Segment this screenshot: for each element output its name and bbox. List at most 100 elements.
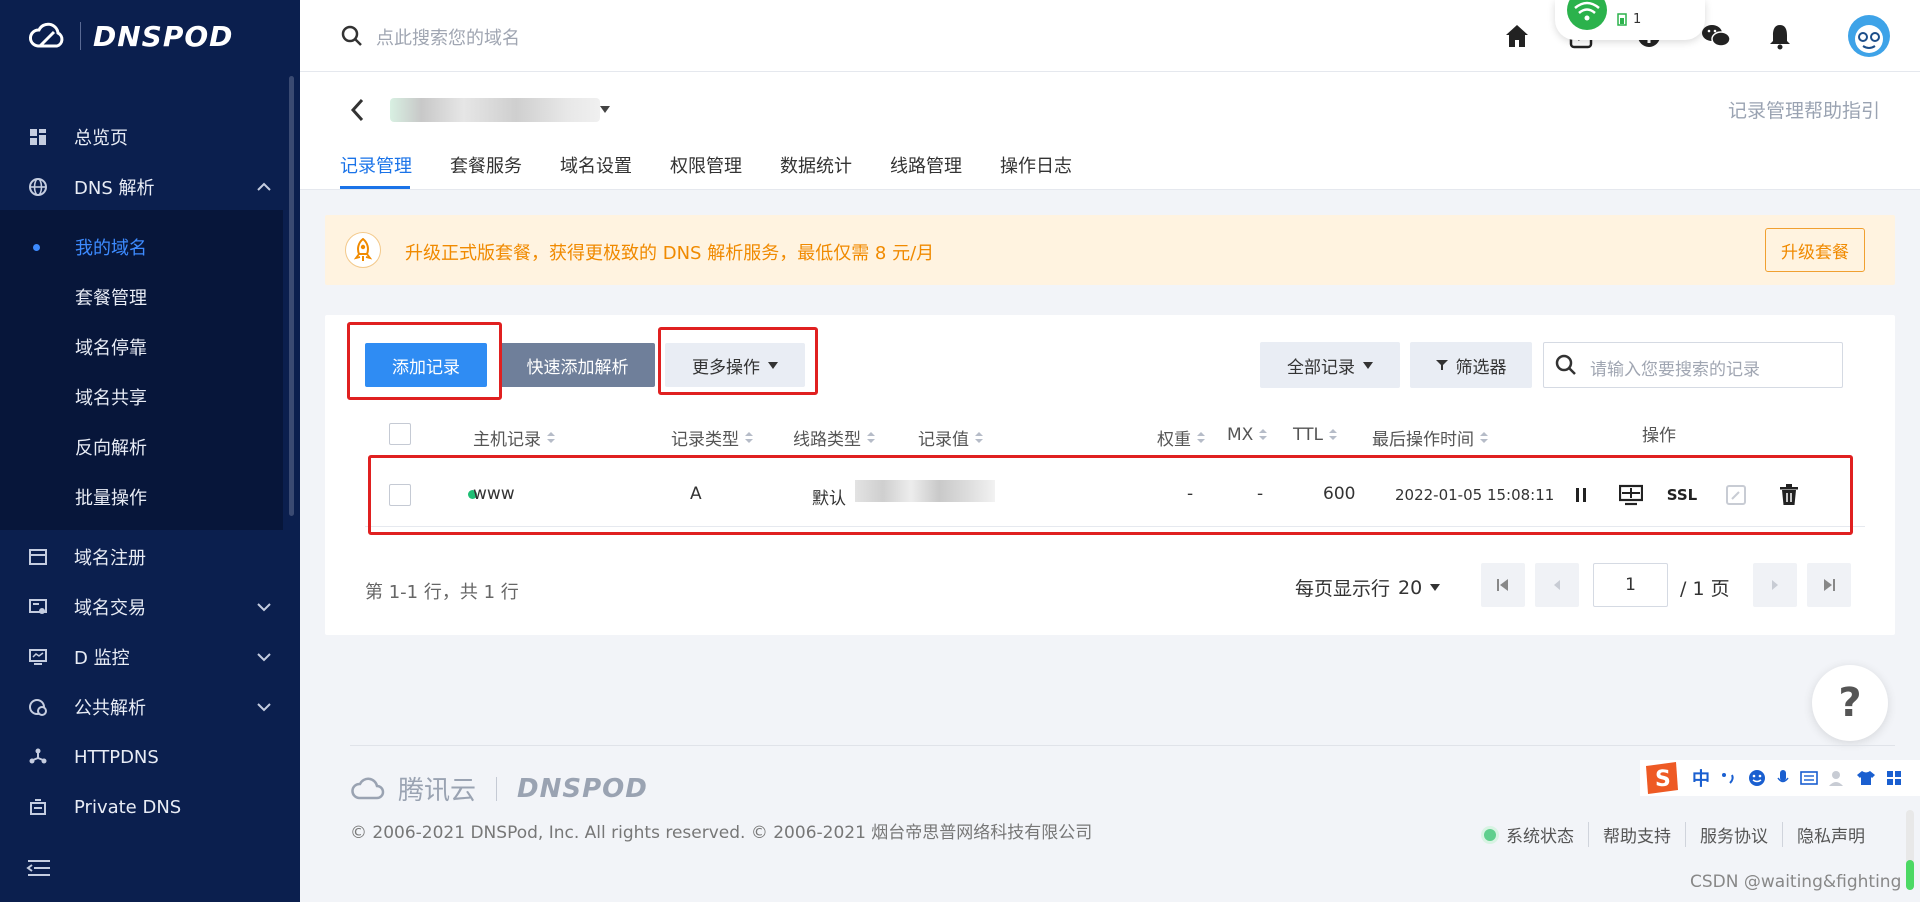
footer-copyright: © 2006-2021 DNSPod, Inc. All rights rese… bbox=[350, 823, 1093, 843]
sidebar-item-label: 域名注册 bbox=[74, 548, 146, 569]
avatar[interactable] bbox=[1848, 15, 1890, 57]
sidebar-subitem-my-domains[interactable]: 我的域名 bbox=[0, 222, 283, 272]
col-value[interactable]: 记录值 bbox=[918, 425, 983, 450]
sidebar-item-domain-trade[interactable]: 域名交易 bbox=[0, 582, 283, 632]
footer-brand-en: DNSPOD bbox=[517, 773, 648, 804]
next-page-button[interactable] bbox=[1753, 563, 1797, 607]
sort-icon bbox=[975, 431, 983, 444]
sidebar-item-d-monitor[interactable]: D 监控 bbox=[0, 632, 283, 682]
page-scrollbar-thumb[interactable] bbox=[1906, 860, 1914, 890]
wifi-popup[interactable]: 1 bbox=[1555, 0, 1705, 40]
col-line[interactable]: 线路类型 bbox=[793, 425, 875, 450]
footer-link-support[interactable]: 帮助支持 bbox=[1588, 822, 1685, 847]
sidebar-scrollbar[interactable] bbox=[289, 76, 294, 516]
sidebar-subitem-batch[interactable]: 批量操作 bbox=[0, 472, 283, 522]
footer-brand-cn: 腾讯云 bbox=[398, 776, 477, 806]
ime-toolbar[interactable]: S 中 bbox=[1640, 760, 1920, 796]
pagination-info: 第 1-1 行，共 1 行 bbox=[365, 582, 519, 603]
tab-logs[interactable]: 操作日志 bbox=[1000, 152, 1072, 178]
sidebar-item-label: 域名交易 bbox=[74, 598, 146, 619]
search-icon[interactable] bbox=[340, 24, 364, 48]
record-search-input[interactable]: 请输入您要搜索的记录 bbox=[1543, 342, 1843, 388]
footer-link-system-status[interactable]: 系统状态 bbox=[1470, 822, 1588, 847]
upgrade-package-button[interactable]: 升级套餐 bbox=[1765, 228, 1865, 272]
sidebar-item-domain-register[interactable]: 域名注册 bbox=[0, 532, 283, 582]
tab-statistics[interactable]: 数据统计 bbox=[780, 152, 852, 178]
sidebar-item-public-dns[interactable]: 公共解析 bbox=[0, 682, 283, 732]
sidebar-item-dns[interactable]: DNS 解析 bbox=[0, 162, 283, 212]
col-type-label: 记录类型 bbox=[671, 430, 739, 450]
col-ttl[interactable]: TTL bbox=[1293, 425, 1337, 445]
notification-bell-icon[interactable] bbox=[1766, 22, 1794, 50]
sidebar-item-label: Private DNS bbox=[74, 796, 182, 818]
tab-permissions[interactable]: 权限管理 bbox=[670, 152, 742, 178]
user-icon bbox=[1829, 771, 1843, 786]
sidebar-item-label: D 监控 bbox=[74, 648, 130, 669]
microphone-icon bbox=[1777, 770, 1789, 783]
domain-search-input[interactable]: 点此搜索您的域名 bbox=[376, 24, 520, 50]
tab-domain-settings[interactable]: 域名设置 bbox=[560, 152, 632, 178]
col-value-label: 记录值 bbox=[918, 430, 969, 450]
footer-links: 系统状态 帮助支持 服务协议 隐私声明 bbox=[1470, 822, 1879, 847]
col-weight-label: 权重 bbox=[1157, 430, 1191, 450]
wifi-icon bbox=[1567, 0, 1607, 30]
select-all-checkbox[interactable] bbox=[389, 423, 411, 445]
sidebar-subitem-packages[interactable]: 套餐管理 bbox=[0, 272, 283, 322]
all-records-dropdown[interactable]: 全部记录 bbox=[1260, 342, 1400, 388]
col-type[interactable]: 记录类型 bbox=[671, 425, 753, 450]
domain-name-blurred[interactable] bbox=[390, 98, 600, 122]
search-icon bbox=[1555, 354, 1576, 375]
toolbox-grid-icon bbox=[1887, 771, 1901, 785]
sidebar-item-label: DNS 解析 bbox=[74, 178, 155, 199]
col-host-label: 主机记录 bbox=[473, 430, 541, 450]
help-bubble-button[interactable]: ? bbox=[1812, 665, 1888, 741]
subitem-label: 域名停靠 bbox=[75, 338, 147, 359]
domain-dropdown-caret-icon[interactable] bbox=[600, 106, 610, 113]
page-number-input[interactable]: 1 bbox=[1593, 563, 1668, 607]
first-page-icon bbox=[1497, 579, 1508, 591]
rocket-icon bbox=[345, 232, 381, 268]
back-arrow-icon[interactable] bbox=[348, 96, 368, 124]
subitem-label: 我的域名 bbox=[75, 238, 147, 259]
battery-icon bbox=[1617, 13, 1627, 26]
page-scrollbar[interactable] bbox=[1906, 810, 1914, 890]
per-page-select[interactable]: 每页显示行 20 bbox=[1295, 574, 1441, 601]
col-ttl-label: TTL bbox=[1293, 425, 1323, 445]
home-icon[interactable] bbox=[1503, 22, 1531, 50]
svg-text:S: S bbox=[1655, 767, 1671, 792]
sort-icon bbox=[1259, 429, 1268, 441]
prev-page-button[interactable] bbox=[1535, 563, 1579, 607]
tab-records[interactable]: 记录管理 bbox=[340, 152, 412, 178]
col-weight[interactable]: 权重 bbox=[1157, 425, 1205, 450]
dnspod-logo[interactable]: DNSPOD bbox=[28, 20, 233, 53]
register-icon bbox=[28, 547, 48, 567]
sidebar-subitem-sharing[interactable]: 域名共享 bbox=[0, 372, 283, 422]
col-time[interactable]: 最后操作时间 bbox=[1372, 425, 1488, 450]
wifi-badge: 1 bbox=[1633, 12, 1642, 27]
tab-lines[interactable]: 线路管理 bbox=[890, 152, 962, 178]
wechat-icon[interactable] bbox=[1700, 22, 1732, 50]
col-host[interactable]: 主机记录 bbox=[473, 425, 555, 450]
avatar-face-icon bbox=[1855, 25, 1883, 53]
sogou-ime-icon: S bbox=[1646, 762, 1678, 794]
total-pages: / 1 页 bbox=[1680, 578, 1730, 600]
tab-package[interactable]: 套餐服务 bbox=[450, 152, 522, 178]
footer-link-terms[interactable]: 服务协议 bbox=[1685, 822, 1782, 847]
sidebar-item-overview[interactable]: 总览页 bbox=[0, 112, 283, 162]
filter-button[interactable]: 筛选器 bbox=[1410, 342, 1532, 388]
sidebar-item-httpdns[interactable]: HTTPDNS bbox=[0, 732, 283, 782]
record-help-link[interactable]: 记录管理帮助指引 bbox=[1728, 96, 1880, 123]
last-page-button[interactable] bbox=[1807, 563, 1851, 607]
sidebar-item-private-dns[interactable]: Private DNS bbox=[0, 782, 283, 832]
emoji-icon bbox=[1749, 770, 1765, 786]
sidebar: DNSPOD 总览页 DNS 解析 我的域名 套餐管理 域名停靠 域名共享 反向… bbox=[0, 0, 300, 902]
sidebar-subitem-reverse[interactable]: 反向解析 bbox=[0, 422, 283, 472]
first-page-button[interactable] bbox=[1481, 563, 1525, 607]
collapse-menu-icon[interactable] bbox=[26, 858, 52, 878]
quick-add-button[interactable]: 快速添加解析 bbox=[500, 343, 655, 387]
sidebar-item-label: HTTPDNS bbox=[74, 746, 159, 768]
footer-link-privacy[interactable]: 隐私声明 bbox=[1782, 822, 1879, 847]
sidebar-subitem-parking[interactable]: 域名停靠 bbox=[0, 322, 283, 372]
col-mx[interactable]: MX bbox=[1227, 425, 1268, 445]
records-card: 添加记录 快速添加解析 更多操作 全部记录 筛选器 请输入您要搜索的记录 主机记… bbox=[325, 315, 1895, 635]
